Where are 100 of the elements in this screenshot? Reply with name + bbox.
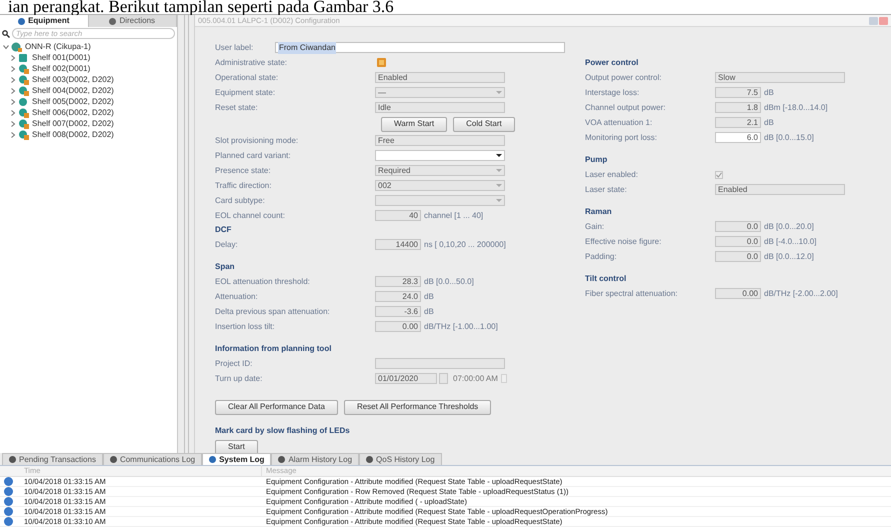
status-icon [18,86,30,96]
navigator-tab[interactable]: Directions [88,15,177,27]
text-field[interactable]: From Ciwandan [275,42,565,53]
circle-icon [18,96,30,106]
section-heading: DCF [215,224,232,236]
readonly-field: Free [375,135,505,146]
section-heading: Power control [585,57,638,69]
caret-icon [496,184,502,187]
field-label: Interstage loss: [585,86,640,98]
number-field: 0.0 [715,236,761,247]
field-label: Slot provisioning mode: [215,134,300,146]
square-icon [18,52,30,62]
number-field: 0.0 [715,251,761,262]
caret-icon [496,199,502,202]
field-label: EOL channel count: [215,210,286,222]
tree-item[interactable]: Shelf 001(D001) [32,52,90,64]
field-label: Turn up date: [215,372,264,384]
unit-label: dB/THz [-1.00...1.00] [424,320,498,332]
status-icon [18,130,30,140]
readonly-field: Enabled [715,184,845,195]
button[interactable]: Reset All Performance Thresholds [344,400,492,414]
tree-item[interactable]: ONN-R (Cikupa-1) [25,40,91,52]
field-label: Insertion loss tilt: [215,320,276,332]
field-label: Traffic direction: [215,180,272,192]
readonly-field: Idle [375,102,505,113]
number-field: 0.00 [375,321,421,332]
unit-label: dB [764,116,774,128]
caret-icon [496,169,502,172]
tree-item[interactable]: Shelf 005(D002, D202) [32,96,114,108]
field-label: VOA attenuation 1: [585,116,654,128]
field-label: Presence state: [215,164,272,176]
tree-item[interactable]: Shelf 006(D002, D202) [32,106,114,118]
log-tab[interactable]: QoS History Log [359,453,442,465]
unit-label: dB [0.0...12.0] [764,250,814,262]
date-field: 01/01/2020 [375,373,437,384]
section-heading: Raman [585,206,612,218]
field-label: Operational state: [215,72,280,84]
readonly-field: Enabled [375,72,505,83]
section-heading: Information from planning tool [215,343,332,355]
field-label: Monitoring port loss: [585,132,658,144]
number-field: 7.5 [715,87,761,98]
log-tab[interactable]: Pending Transactions [2,453,103,465]
lock-icon [377,58,386,67]
number-field: 1.8 [715,102,761,113]
number-field: 14400 [375,239,421,250]
unit-label: dB/THz [-2.00...2.00] [764,288,838,300]
checkbox[interactable] [715,170,723,178]
navigator-tab[interactable]: Equipment [0,15,88,27]
field-label: Administrative state: [215,56,288,68]
field-label: Planned card variant: [215,150,292,162]
section-heading: Mark card by slow flashing of LEDs [215,425,350,437]
section-heading: Span [215,261,235,273]
button[interactable]: Warm Start [381,116,448,132]
section-heading: Pump [585,154,608,166]
unit-label: dB [424,290,434,302]
log-tab[interactable]: System Log [202,453,272,465]
log-tab[interactable]: Communications Log [102,453,202,465]
log-tab[interactable]: Alarm History Log [271,453,360,465]
field-label: Delay: [215,238,239,250]
field-label: Fiber spectral attenuation: [585,288,678,300]
number-field[interactable]: 6.0 [715,132,761,143]
tree-item[interactable]: Shelf 002(D001) [32,62,90,74]
field-label: Laser state: [585,184,628,196]
button[interactable]: Clear All Performance Data [215,400,338,414]
number-field: 28.3 [375,276,421,287]
status-icon [18,74,30,84]
number-field: 0.00 [715,288,761,299]
field-label: Laser enabled: [585,168,639,180]
field-label: Reset state: [215,102,259,114]
button[interactable]: Cold Start [453,116,515,132]
unit-label: dB [0.0...15.0] [764,132,814,144]
number-field: 40 [375,210,421,221]
status-icon [18,108,30,118]
unit-label: dBm [-18.0...14.0] [764,102,828,114]
unit-label: dB [424,306,434,318]
status-icon [11,42,23,52]
field-label: User label: [215,42,254,54]
button[interactable]: Start [215,440,258,454]
field-label: Gain: [585,220,606,232]
number-field: 2.1 [715,117,761,128]
field-label: Project ID: [215,358,254,370]
unit-label: channel [1 ... 40] [424,210,484,222]
caret-icon [496,91,502,94]
tree-item[interactable]: Shelf 003(D002, D202) [32,74,114,86]
unit-label: dB [-4.0...10.0] [764,236,816,248]
caret-icon [496,154,502,157]
time-value: 07:00:00 AM [453,372,498,384]
status-icon [18,118,30,128]
field-label: EOL attenuation threshold: [215,276,311,288]
field-label: Effective noise figure: [585,236,662,248]
unit-label: dB [0.0...20.0] [764,220,814,232]
field-label: Attenuation: [215,290,259,302]
field-label: Output power control: [585,72,662,84]
tree-item[interactable]: Shelf 008(D002, D202) [32,128,114,140]
caption-text: ian perangkat. Berikut tampilan seperti pada Gambar 3.6 [8,0,394,14]
field-label: Card subtype: [215,194,266,206]
tree-item[interactable]: Shelf 004(D002, D202) [32,84,114,96]
field-label: Delta previous span attenuation: [215,306,331,318]
tree-item[interactable]: Shelf 007(D002, D202) [32,118,114,130]
field-label: Padding: [585,250,618,262]
